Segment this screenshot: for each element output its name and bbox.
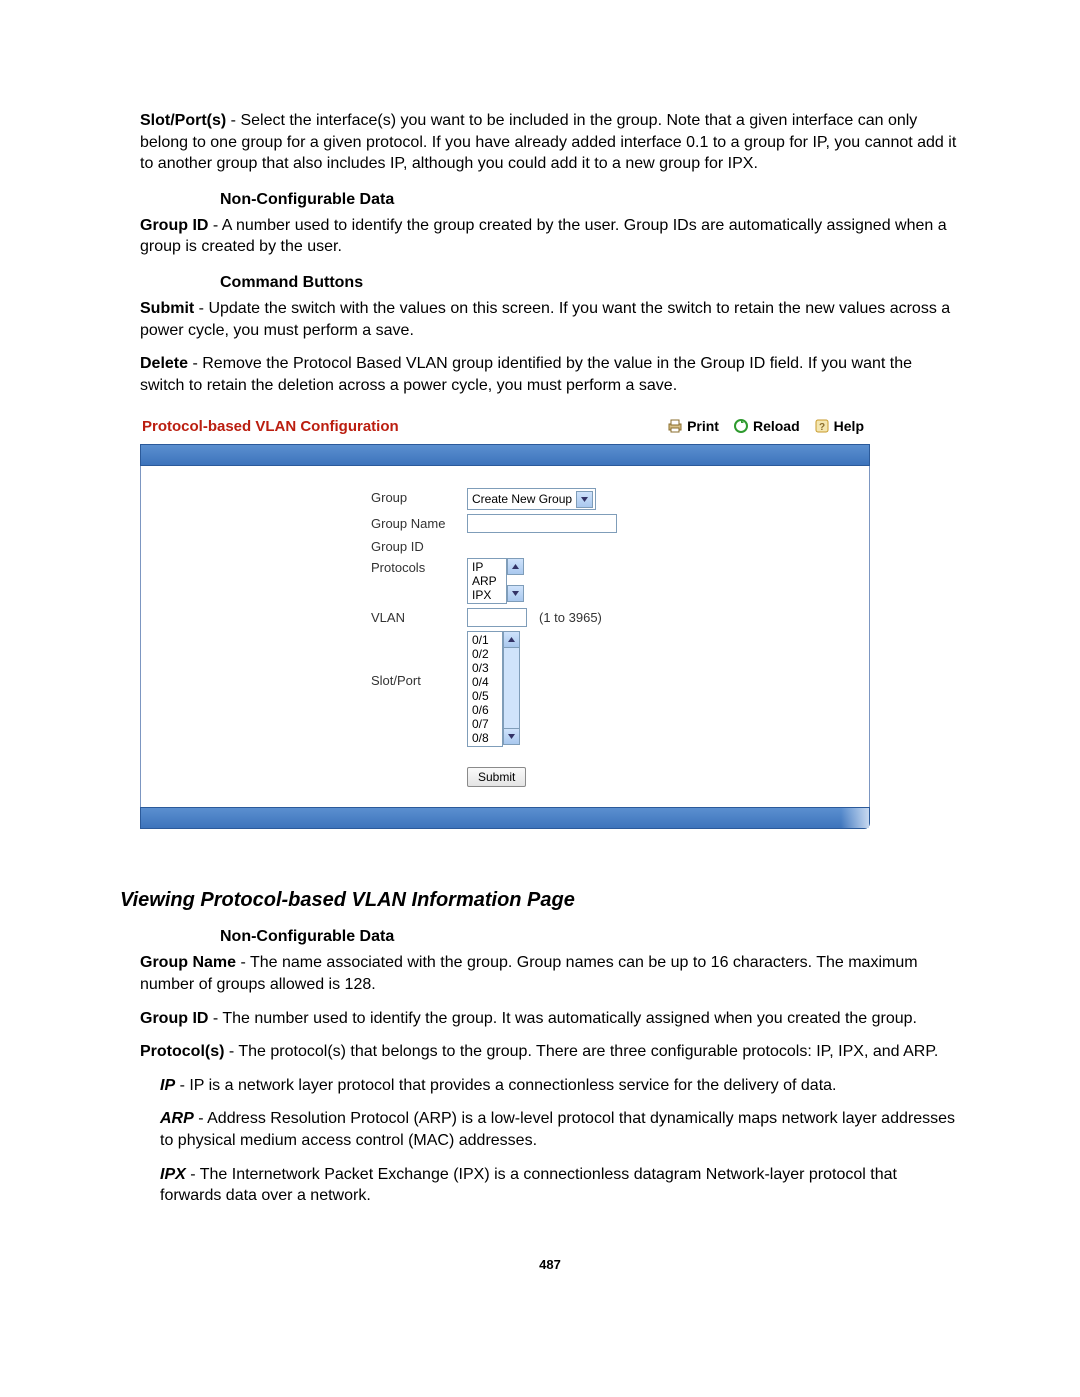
panel-title: Protocol-based VLAN Configuration [142,418,653,435]
group-label: Group [371,488,467,505]
svg-text:?: ? [819,422,825,433]
delete-label: Delete [140,355,188,372]
ncd-heading-1: Non-Configurable Data [220,191,960,209]
protocols-listbox[interactable]: IP ARP IPX [467,558,507,604]
ipx-desc: IPX - The Internetwork Packet Exchange (… [160,1164,960,1207]
protocols-label: Protocols [371,558,467,575]
group-id-desc-1: Group ID - A number used to identify the… [140,215,960,258]
reload-action[interactable]: Reload [733,418,800,434]
arp-desc: ARP - Address Resolution Protocol (ARP) … [160,1108,960,1151]
help-icon: ? [814,418,830,434]
ip-desc: IP - IP is a network layer protocol that… [160,1075,960,1097]
vlan-hint: (1 to 3965) [539,610,602,625]
slot-port-desc: Slot/Port(s) - Select the interface(s) y… [140,110,960,175]
scroll-up-icon[interactable] [507,558,524,575]
group-id-label-1: Group ID [140,217,208,234]
vlan-config-panel: Protocol-based VLAN Configuration Print … [140,412,870,829]
group-id-label: Group ID [371,537,467,554]
scrollbar-track[interactable] [503,648,520,728]
panel-blue-bar-bottom [140,807,870,829]
help-action[interactable]: ? Help [814,418,864,434]
print-action[interactable]: Print [667,418,719,434]
group-name-input[interactable] [467,514,617,533]
protocols-desc: Protocol(s) - The protocol(s) that belon… [140,1041,960,1063]
vlan-label: VLAN [371,608,467,625]
delete-desc: Delete - Remove the Protocol Based VLAN … [140,353,960,396]
slot-port-listbox[interactable]: 0/1 0/2 0/3 0/4 0/5 0/6 0/7 0/8 [467,631,503,747]
vlan-input[interactable] [467,608,527,627]
submit-desc: Submit - Update the switch with the valu… [140,298,960,341]
group-name-desc: Group Name - The name associated with th… [140,952,960,995]
group-select[interactable]: Create New Group [467,488,596,510]
chevron-down-icon [576,491,593,508]
scroll-up-icon[interactable] [503,631,520,648]
submit-label: Submit [140,300,194,317]
panel-blue-bar-top [140,444,870,466]
scroll-down-icon[interactable] [503,728,520,745]
group-name-label: Group Name [371,514,467,531]
slot-port-label: Slot/Port(s) [140,112,226,129]
group-id-desc-2: Group ID - The number used to identify t… [140,1008,960,1030]
slot-port-label-field: Slot/Port [371,631,467,688]
cmd-heading: Command Buttons [220,274,960,292]
submit-button[interactable]: Submit [467,767,526,787]
scroll-down-icon[interactable] [507,585,524,602]
ncd-heading-2: Non-Configurable Data [220,928,960,946]
section-2-title: Viewing Protocol-based VLAN Information … [120,889,960,912]
reload-icon [733,418,749,434]
print-icon [667,418,683,434]
panel-header: Protocol-based VLAN Configuration Print … [140,412,870,444]
page-number: 487 [140,1257,960,1272]
